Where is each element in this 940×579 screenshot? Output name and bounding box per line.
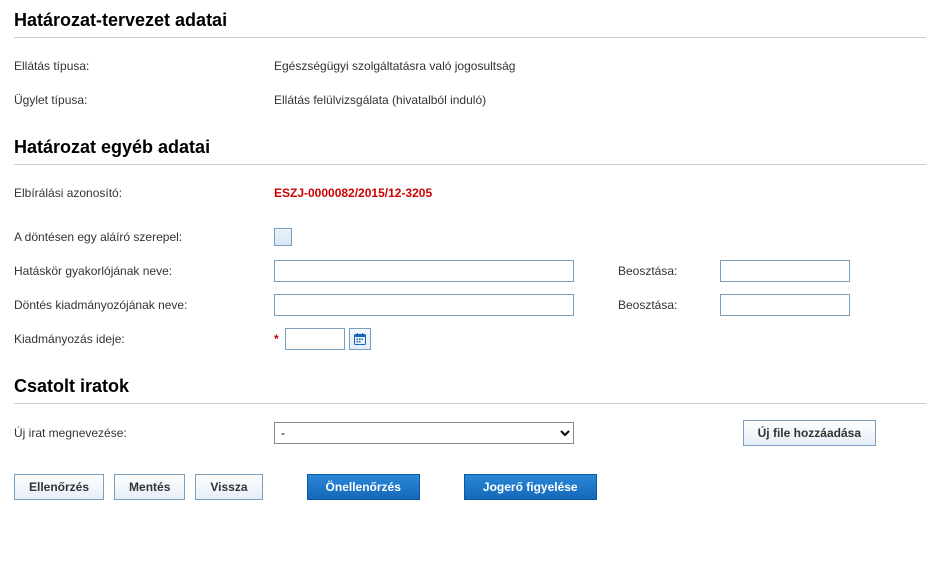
dispatcher-name-input[interactable] — [274, 294, 574, 316]
benefit-type-value: Egészségügyi szolgáltatásra való jogosul… — [274, 59, 515, 73]
assessment-id-label: Elbírálási azonosító: — [14, 186, 274, 200]
transaction-type-value: Ellátás felülvizsgálata (hivatalból indu… — [274, 93, 486, 107]
finality-watch-button[interactable]: Jogerő figyelése — [464, 474, 597, 500]
back-button[interactable]: Vissza — [195, 474, 262, 500]
benefit-type-label: Ellátás típusa: — [14, 59, 274, 73]
dispatch-time-label: Kiadmányozás ideje: — [14, 332, 274, 346]
calendar-icon — [354, 333, 366, 345]
new-doc-select[interactable]: - — [274, 422, 574, 444]
authority-position-label: Beosztása: — [618, 264, 708, 278]
button-bar: Ellenőrzés Mentés Vissza Önellenőrzés Jo… — [14, 474, 926, 500]
dispatcher-position-input[interactable] — [720, 294, 850, 316]
check-button[interactable]: Ellenőrzés — [14, 474, 104, 500]
authority-name-label: Hatáskör gyakorlójának neve: — [14, 264, 274, 278]
draft-data-section: Határozat-tervezet adatai Ellátás típusa… — [14, 10, 926, 112]
transaction-type-row: Ügylet típusa: Ellátás felülvizsgálata (… — [14, 88, 926, 112]
dispatcher-row: Döntés kiadmányozójának neve: Beosztása: — [14, 293, 926, 317]
single-signer-row: A döntésen egy aláíró szerepel: — [14, 225, 926, 249]
new-doc-label: Új irat megnevezése: — [14, 426, 274, 440]
new-doc-row: Új irat megnevezése: - Új file hozzáadás… — [14, 420, 926, 446]
dispatcher-name-label: Döntés kiadmányozójának neve: — [14, 298, 274, 312]
transaction-type-label: Ügylet típusa: — [14, 93, 274, 107]
other-data-section: Határozat egyéb adatai Elbírálási azonos… — [14, 137, 926, 351]
attachments-section: Csatolt iratok Új irat megnevezése: - Új… — [14, 376, 926, 446]
calendar-button[interactable] — [349, 328, 371, 350]
attachments-title: Csatolt iratok — [14, 376, 926, 404]
authority-row: Hatáskör gyakorlójának neve: Beosztása: — [14, 259, 926, 283]
dispatcher-position-label: Beosztása: — [618, 298, 708, 312]
required-star: * — [274, 332, 279, 346]
authority-position-input[interactable] — [720, 260, 850, 282]
save-button[interactable]: Mentés — [114, 474, 185, 500]
other-data-title: Határozat egyéb adatai — [14, 137, 926, 165]
single-signer-checkbox[interactable] — [274, 228, 292, 246]
authority-name-input[interactable] — [274, 260, 574, 282]
assessment-id-value: ESZJ-0000082/2015/12-3205 — [274, 186, 432, 200]
draft-data-title: Határozat-tervezet adatai — [14, 10, 926, 38]
dispatch-time-input[interactable] — [285, 328, 345, 350]
benefit-type-row: Ellátás típusa: Egészségügyi szolgáltatá… — [14, 54, 926, 78]
add-file-button[interactable]: Új file hozzáadása — [743, 420, 876, 446]
single-signer-label: A döntésen egy aláíró szerepel: — [14, 230, 274, 244]
assessment-id-row: Elbírálási azonosító: ESZJ-0000082/2015/… — [14, 181, 926, 205]
dispatch-time-row: Kiadmányozás ideje: * — [14, 327, 926, 351]
self-check-button[interactable]: Önellenőrzés — [307, 474, 420, 500]
